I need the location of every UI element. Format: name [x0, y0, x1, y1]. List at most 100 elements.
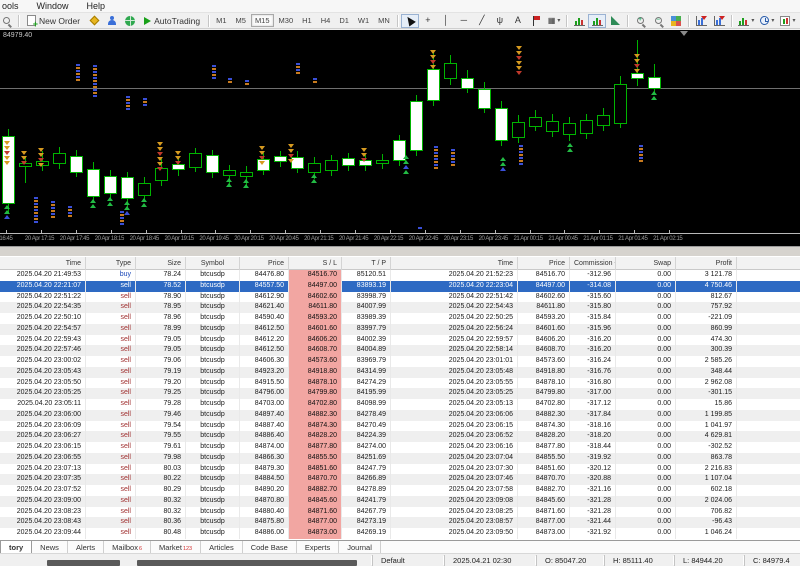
ruler-button[interactable] — [606, 14, 624, 28]
history-row[interactable]: 2025.04.20 23:06:15sell79.61btcusdp84874… — [0, 442, 800, 453]
trade-trail-dash — [34, 218, 38, 220]
history-row[interactable]: 2025.04.20 22:21:07sell78.52btcusdp84557… — [0, 281, 800, 292]
history-row[interactable]: 2025.04.20 22:50:10sell78.96btcusdp84590… — [0, 313, 800, 324]
timeframe-h1[interactable]: H1 — [298, 14, 316, 27]
history-row[interactable]: 2025.04.20 23:05:43sell79.19btcusdp84923… — [0, 367, 800, 378]
cell-type: sell — [86, 485, 136, 496]
column-header-size[interactable]: Size — [136, 257, 186, 270]
cursor-tool-button[interactable] — [401, 14, 419, 28]
column-header-open-time[interactable]: Time — [0, 257, 86, 270]
community-button[interactable] — [121, 14, 139, 28]
sell-marker-icon — [634, 69, 640, 73]
zoom-in-button[interactable]: + — [631, 14, 649, 28]
search-button[interactable] — [0, 14, 15, 28]
cell-close-price: 84611.80 — [518, 302, 570, 313]
history-row[interactable]: 2025.04.20 22:59:43sell79.05btcusdp84612… — [0, 335, 800, 346]
history-row[interactable]: 2025.04.20 23:07:35sell80.22btcusdp84884… — [0, 474, 800, 485]
history-row[interactable]: 2025.04.20 23:08:43sell80.36btcusdp84875… — [0, 517, 800, 528]
cell-symbol: btcusdp — [186, 517, 240, 528]
tab-journal[interactable]: Journal — [339, 541, 381, 553]
indicators-button[interactable] — [570, 14, 588, 28]
history-row[interactable]: 2025.04.20 22:54:57sell78.99btcusdp84612… — [0, 324, 800, 335]
crosshair-tool-button[interactable]: + — [419, 14, 437, 28]
cell-symbol: btcusdp — [186, 528, 240, 539]
template-dropdown[interactable]: ▾ — [777, 14, 798, 28]
tab-news[interactable]: News — [32, 541, 68, 553]
shapes-tool-button[interactable]: ▦ ▾ — [545, 14, 564, 28]
objects-button[interactable] — [588, 14, 606, 28]
history-row[interactable]: 2025.04.20 23:05:11sell79.28btcusdp84703… — [0, 399, 800, 410]
history-row[interactable]: 2025.04.20 23:00:02sell79.06btcusdp84606… — [0, 356, 800, 367]
tab-code-base[interactable]: Code Base — [243, 541, 297, 553]
tab-tory[interactable]: tory — [0, 540, 32, 553]
timeframe-w1[interactable]: W1 — [354, 14, 373, 27]
history-row[interactable]: 2025.04.20 22:57:46sell79.05btcusdp84612… — [0, 345, 800, 356]
column-header-type[interactable]: Type — [86, 257, 136, 270]
cell-close-price: 84608.70 — [518, 345, 570, 356]
sell-marker-icon — [634, 54, 640, 58]
history-row[interactable]: 2025.04.20 23:06:09sell79.54btcusdp84887… — [0, 421, 800, 432]
history-row[interactable]: 2025.04.20 22:54:35sell78.95btcusdp84621… — [0, 302, 800, 313]
accounts-button[interactable] — [103, 14, 121, 28]
zoom-out-button[interactable]: − — [649, 14, 667, 28]
tile-windows-button[interactable] — [667, 14, 685, 28]
horizontal-line-tool-button[interactable]: ─ — [455, 14, 473, 28]
trendline-tool-button[interactable]: ╱ — [473, 14, 491, 28]
period-dropdown[interactable]: ▾ — [757, 14, 777, 28]
trade-trail-dash — [34, 206, 38, 208]
column-header-open-price[interactable]: Price — [240, 257, 289, 270]
column-header-tp[interactable]: T / P — [342, 257, 391, 270]
add-indicator-dropdown[interactable]: ▾ — [735, 14, 757, 28]
cell-tp: 84251.69 — [342, 453, 391, 464]
history-row[interactable]: 2025.04.20 23:06:55sell79.98btcusdp84866… — [0, 453, 800, 464]
history-row[interactable]: 2025.04.20 23:09:44sell80.48btcusdp84886… — [0, 528, 800, 539]
timeframe-m5[interactable]: M5 — [232, 14, 250, 27]
chart-shift-button[interactable] — [710, 14, 728, 28]
vertical-line-tool-button[interactable]: │ — [437, 14, 455, 28]
column-header-sl[interactable]: S / L — [289, 257, 342, 270]
tab-mailbox[interactable]: Mailbox6 — [104, 541, 151, 553]
tab-market[interactable]: Market123 — [151, 541, 201, 553]
history-row[interactable]: 2025.04.20 23:06:27sell79.55btcusdp84886… — [0, 431, 800, 442]
trade-trail-dash — [639, 145, 643, 147]
chart-canvas[interactable]: 84979.40 Apr 16:4520 Apr 17:1520 Apr 17:… — [0, 30, 800, 246]
history-row[interactable]: 2025.04.20 23:05:25sell79.25btcusdp84796… — [0, 388, 800, 399]
history-row[interactable]: 2025.04.20 21:49:53buy78.24btcusdp84476.… — [0, 270, 800, 281]
menu-item-window[interactable]: Window — [28, 1, 78, 11]
timeframe-m1[interactable]: M1 — [212, 14, 230, 27]
timeframe-m15[interactable]: M15 — [251, 14, 274, 27]
auto-scroll-button[interactable] — [692, 14, 710, 28]
history-row[interactable]: 2025.04.20 23:05:50sell79.20btcusdp84915… — [0, 378, 800, 389]
history-row[interactable]: 2025.04.20 22:51:22sell78.90btcusdp84612… — [0, 292, 800, 303]
column-header-swap[interactable]: Swap — [616, 257, 676, 270]
tab-alerts[interactable]: Alerts — [68, 541, 104, 553]
new-order-button[interactable]: New Order — [22, 14, 85, 28]
history-row[interactable]: 2025.04.20 23:07:52sell80.29btcusdp84890… — [0, 485, 800, 496]
column-header-profit[interactable]: Profit — [676, 257, 737, 270]
menu-item-ools[interactable]: ools — [0, 1, 28, 11]
history-row[interactable]: 2025.04.20 23:06:00sell79.46btcusdp84897… — [0, 410, 800, 421]
history-row[interactable]: 2025.04.20 23:07:13sell80.03btcusdp84879… — [0, 464, 800, 475]
history-row[interactable]: 2025.04.20 23:08:23sell80.32btcusdp84880… — [0, 507, 800, 518]
sell-marker-icon — [361, 153, 367, 157]
timeframe-d1[interactable]: D1 — [335, 14, 353, 27]
column-header-commission[interactable]: Commission▿ — [570, 257, 616, 270]
column-header-close-price[interactable]: Price — [518, 257, 570, 270]
column-header-close-time[interactable]: Time — [391, 257, 518, 270]
time-axis-tick — [425, 230, 426, 233]
tab-experts[interactable]: Experts — [297, 541, 339, 553]
cell-close-time: 2025.04.20 23:08:57 — [391, 517, 518, 528]
timeframe-m30[interactable]: M30 — [275, 14, 298, 27]
menu-item-help[interactable]: Help — [78, 1, 115, 11]
column-header-symbol[interactable]: Symbol — [186, 257, 240, 270]
autotrading-button[interactable]: AutoTrading — [139, 14, 205, 28]
label-tool-button[interactable] — [527, 14, 545, 28]
panel-splitter[interactable] — [0, 246, 800, 257]
metaeditor-button[interactable] — [85, 14, 103, 28]
timeframe-h4[interactable]: H4 — [317, 14, 335, 27]
tab-articles[interactable]: Articles — [201, 541, 243, 553]
timeframe-mn[interactable]: MN — [374, 14, 394, 27]
history-row[interactable]: 2025.04.20 23:09:00sell80.32btcusdp84870… — [0, 496, 800, 507]
pitchfork-tool-button[interactable]: ψ — [491, 14, 509, 28]
text-tool-button[interactable]: A — [509, 14, 527, 28]
